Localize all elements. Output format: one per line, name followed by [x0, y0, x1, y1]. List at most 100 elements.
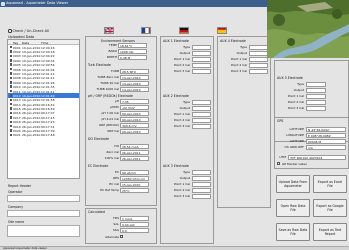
alternate-checkbox[interactable] [120, 235, 123, 238]
flag-uk-icon[interactable] [104, 27, 114, 34]
aux5-output-value [306, 87, 326, 93]
row-checkbox[interactable] [9, 50, 12, 53]
report-company-label: Company [8, 205, 24, 209]
ph4-cal-label: pH 4.01 Cal [101, 117, 119, 121]
aux4-output-value [249, 50, 268, 56]
aux2-title: AUX 2 Electrode [163, 94, 189, 98]
open-raw-data-button[interactable]: Open Raw Data File [276, 199, 310, 217]
res-value: 12050 Ohm.cm [120, 175, 149, 181]
check-all-toggle[interactable]: Check / Un-Check All [8, 29, 49, 33]
do-100-value: 26-Apr-2011 [120, 155, 149, 161]
aux4-p2-label: Point 2 Cal [230, 63, 247, 67]
aux4-p3-label: Point 3 Cal [230, 69, 247, 73]
aux5-type-value [306, 81, 326, 87]
row-checkbox[interactable] [9, 89, 12, 93]
row-checkbox[interactable] [9, 76, 12, 80]
row-checkbox[interactable] [9, 129, 12, 132]
ph7-cal-value: 09-Apr-2010 [120, 110, 149, 116]
aux3-p3-label: Point 3 Cal [173, 194, 190, 198]
row-checkbox[interactable] [9, 45, 12, 49]
gps-title: GPS [277, 119, 284, 123]
turb-value: 28.5 NTU [120, 68, 149, 74]
report-operator-input[interactable] [7, 195, 80, 202]
row-checkbox[interactable] [9, 98, 12, 102]
status-bar: Aquaread Aquameter data viewer [0, 246, 349, 250]
turb-title: Turb Electrode [88, 63, 111, 67]
row-checkbox[interactable] [9, 120, 12, 124]
aux4-p2-value [249, 62, 268, 68]
aux1-p2-value [192, 62, 211, 68]
save-raw-data-button[interactable]: Save as Raw Data File [276, 223, 310, 241]
export-google-button[interactable]: Export as Google File [313, 199, 347, 217]
row-checkbox[interactable] [9, 133, 12, 137]
gps-latitude-value: N 44°26.0042' [306, 126, 346, 132]
report-site-label: Site name [8, 220, 25, 224]
gps-altitude-label: ALTITUDE [289, 139, 304, 143]
ph-value: 7.35 [120, 98, 149, 104]
app-window: Aquaread - Aquameter Data Viewer Check /… [0, 0, 349, 250]
row-checkbox[interactable] [9, 102, 12, 106]
aux3-output-label: Output [179, 176, 190, 180]
aux5-p3-value [306, 105, 326, 111]
do-label: DO [114, 144, 119, 148]
row-checkbox[interactable] [9, 111, 12, 115]
aux5-p1-label: Point 1 Cal [287, 94, 304, 98]
export-excel-button[interactable]: Export as Excel File [313, 175, 347, 193]
ssg-label: SSG [112, 228, 119, 232]
aux3-p1-label: Point 1 Cal [173, 182, 190, 186]
sal-label: SAL [113, 222, 119, 226]
check-all-radio[interactable] [8, 29, 12, 33]
flag-spain-icon[interactable] [217, 27, 227, 34]
do-title: DO Electrode [88, 137, 110, 141]
env-temp-label: TEMP [108, 43, 117, 47]
env-depth-label: DEPTH [106, 55, 117, 59]
aux4-type-label: Type [240, 45, 247, 49]
row-checkbox[interactable] [9, 94, 12, 97]
uploaded-data-list[interactable]: Tag Date Time 0001 19-Jan-2010 12:00:16 000… [7, 39, 80, 179]
list-item[interactable]: 0021 26-Jan-2010 09:17:48 [8, 133, 79, 137]
turb-1000-value: 14-Apr-2010 [120, 86, 149, 92]
row-checkbox[interactable] [9, 124, 12, 128]
aux1-type-value [192, 44, 211, 50]
aux2-output-label: Output [179, 106, 190, 110]
ge-marker-checkbox[interactable] [277, 162, 280, 165]
aux4-type-value [249, 44, 268, 50]
gps-osgrid-value: n/a [306, 144, 346, 150]
aux1-title: AUX 1 Electrode [163, 39, 189, 43]
row-checkbox[interactable] [9, 59, 12, 62]
row-checkbox[interactable] [9, 63, 12, 66]
phmv-label: pHMV [110, 105, 119, 109]
ph4-cal-value: 09-Apr-2010 [120, 116, 149, 122]
aux3-title: AUX 3 Electrode [163, 164, 189, 168]
upload-data-button[interactable]: Upload Data From Aquameter [276, 175, 310, 193]
do-zero-label: Zero Cal [106, 150, 119, 154]
ec-cal-value: 15-Jan-2010 [120, 181, 149, 187]
aux3-p2-label: Point 2 Cal [173, 188, 190, 192]
row-checkbox[interactable] [9, 81, 12, 84]
row-checkbox[interactable] [9, 85, 12, 88]
aux3-type-label: Type [183, 170, 190, 174]
flag-germany-icon[interactable] [179, 27, 189, 34]
report-site-input[interactable] [7, 225, 80, 237]
report-company-input[interactable] [7, 210, 80, 217]
row-checkbox[interactable] [9, 54, 12, 58]
row-checkbox[interactable] [9, 116, 12, 119]
ec-reftemp-label: EC Ref Temp [100, 188, 119, 192]
row-checkbox[interactable] [9, 72, 12, 75]
aux3-p1-value [192, 181, 211, 187]
calc-title: Calculated [88, 210, 105, 214]
aux2-p1-label: Point 1 Cal [173, 112, 190, 116]
res-label: RES [113, 176, 119, 180]
row-tag: 0021 [13, 133, 21, 138]
flag-france-icon[interactable] [141, 27, 151, 34]
turb-20-value: 14-Apr-2010 [120, 80, 149, 86]
export-text-report-button[interactable]: Export as Text Report [313, 223, 347, 241]
aux1-p1-value [192, 56, 211, 62]
aux4-p1-label: Point 1 Cal [230, 57, 247, 61]
row-checkbox[interactable] [9, 67, 12, 71]
ec-reftemp-value: 25°C [120, 187, 149, 193]
aux2-p1-value [192, 111, 211, 117]
row-checkbox[interactable] [9, 107, 12, 110]
env-depth-value: 0.48 M [118, 54, 147, 60]
aux3-output-value [192, 175, 211, 181]
